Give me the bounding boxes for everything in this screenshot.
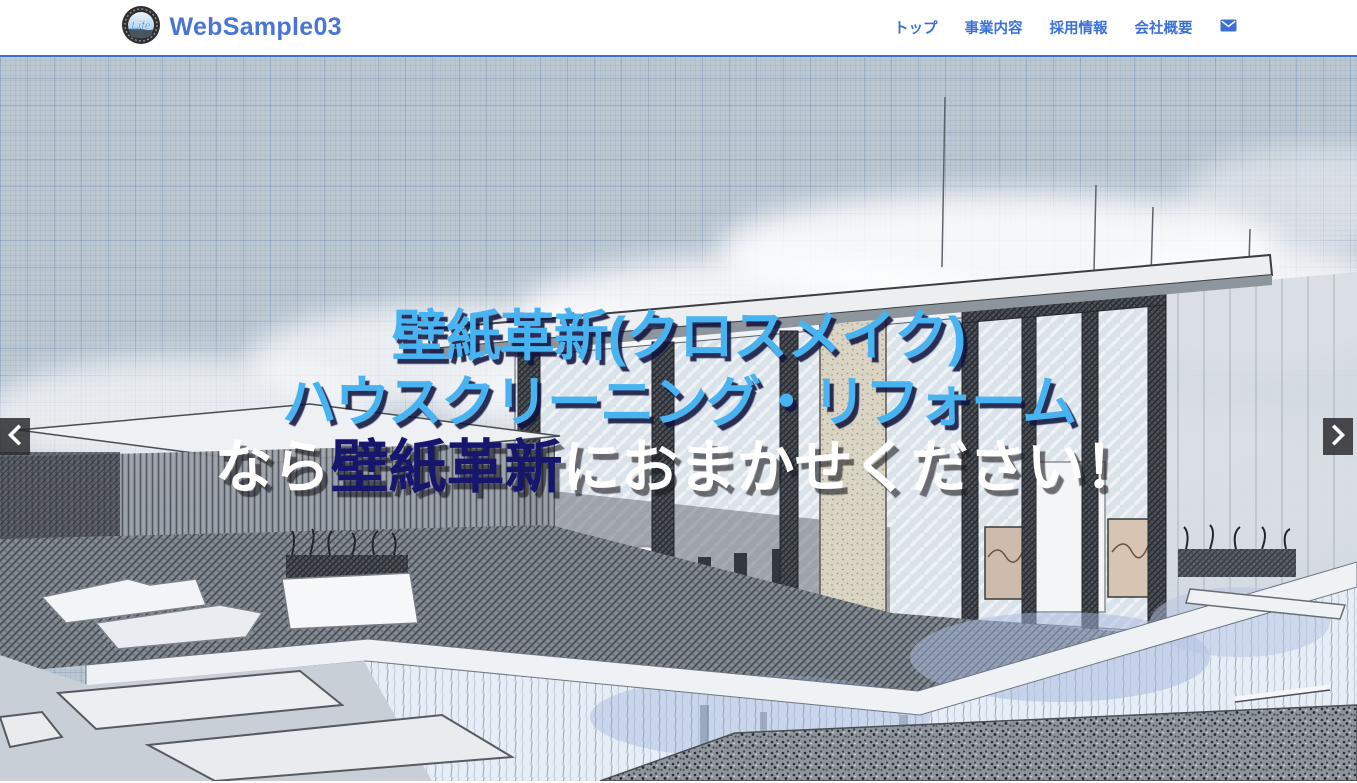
life-badge-icon: Life [121, 5, 161, 50]
envelope-icon [1220, 19, 1237, 37]
carousel-next-button[interactable] [1323, 418, 1353, 455]
nav-item-recruit[interactable]: 採用情報 [1050, 17, 1108, 38]
header-inner: Life WebSample03 トップ 事業内容 採用情報 会社概要 [121, 0, 1237, 55]
nav-item-business[interactable]: 事業内容 [965, 17, 1023, 38]
nav-item-company[interactable]: 会社概要 [1135, 17, 1193, 38]
hero-carousel: 壁紙革新(クロスメイク) ハウスクリーニング・リフォーム なら壁紙革新におまかせ… [0, 57, 1357, 781]
brand-link[interactable]: Life WebSample03 [121, 5, 342, 50]
nav-item-top[interactable]: トップ [894, 17, 938, 38]
carousel-prev-button[interactable] [0, 418, 30, 455]
chevron-right-icon [1327, 422, 1349, 451]
main-nav: トップ 事業内容 採用情報 会社概要 [894, 17, 1237, 38]
site-header: Life WebSample03 トップ 事業内容 採用情報 会社概要 [0, 0, 1357, 57]
hero-illustration [0, 57, 1357, 781]
svg-text:Life: Life [131, 20, 151, 32]
chevron-left-icon [4, 422, 26, 451]
nav-item-contact[interactable] [1220, 19, 1237, 37]
brand-name: WebSample03 [170, 13, 342, 42]
